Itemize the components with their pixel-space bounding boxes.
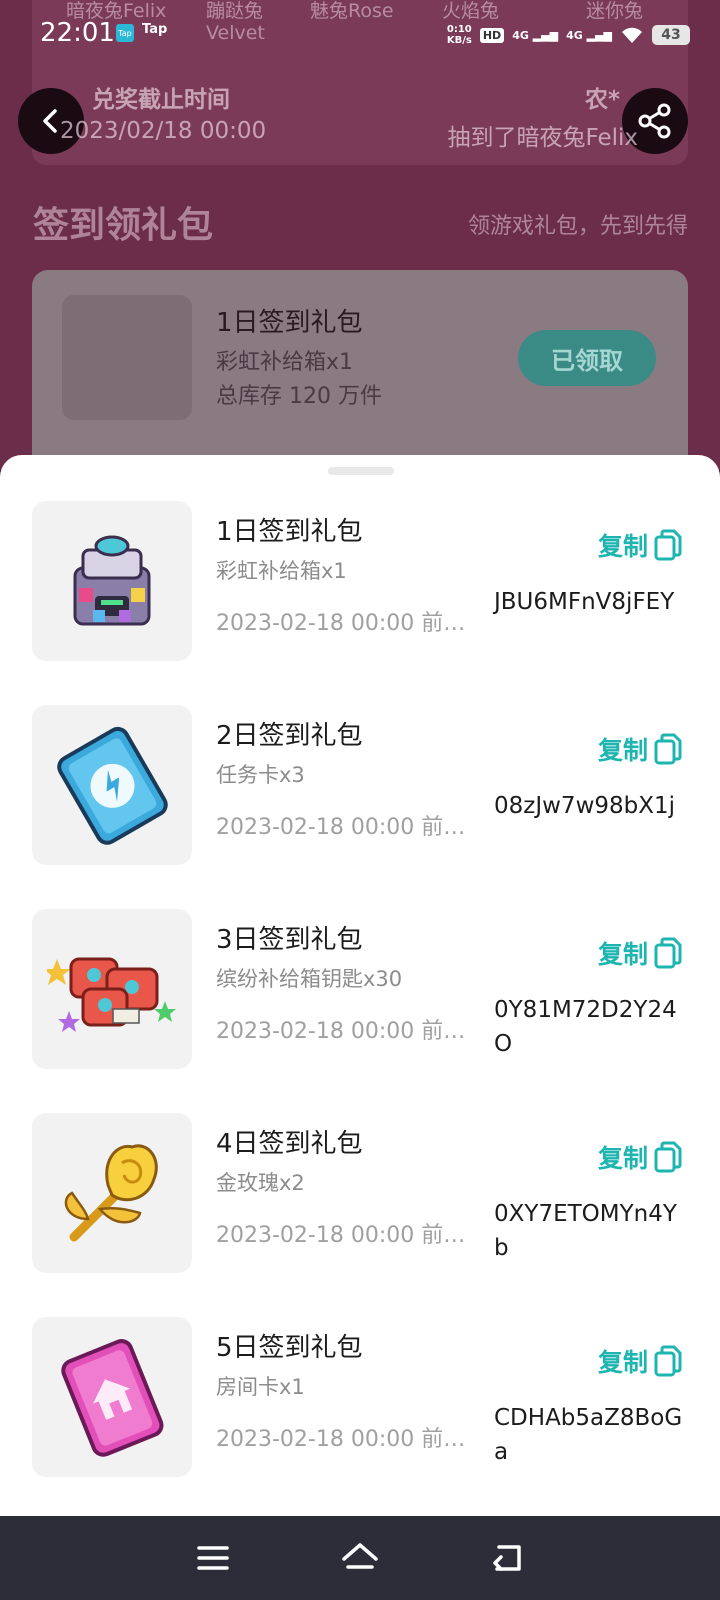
gift-row: 5日签到礼包 房间卡x1 2023-02-18 00:00 前… 复制 CDHA…: [0, 1317, 720, 1487]
back-arrow-icon: [492, 1545, 521, 1571]
copy-label: 复制: [597, 940, 648, 969]
status-time: 22:01: [40, 18, 115, 48]
gift-row: 2日签到礼包 任务卡x3 2023-02-18 00:00 前… 复制 08zJ…: [0, 705, 720, 875]
task-card-icon: [32, 705, 192, 865]
background-gift-card: 1日签到礼包 彩虹补给箱x1 总库存 120 万件 已领取: [32, 270, 688, 470]
room-card-icon: [32, 1317, 192, 1477]
golden-rose-icon: [32, 1113, 192, 1273]
gift-name: 1日签到礼包: [216, 308, 363, 338]
home-icon: [342, 1543, 378, 1569]
deadline-label: 兑奖截止时间: [92, 87, 230, 113]
gift-deadline: 2023-02-18 00:00 前…: [216, 1223, 466, 1248]
gift-deadline: 2023-02-18 00:00 前…: [216, 815, 466, 840]
section-title: 签到领礼包: [33, 205, 214, 246]
copy-icon: [654, 529, 682, 561]
copy-button[interactable]: 复制: [598, 527, 682, 563]
copy-button[interactable]: 复制: [598, 1139, 682, 1175]
gift-deadline: 2023-02-18 00:00 前…: [216, 1019, 466, 1044]
gift-stock: 总库存 120 万件: [216, 384, 382, 409]
section-subtitle: 领游戏礼包，先到先得: [467, 214, 688, 239]
status-bar: 22:01 Tap Tap 0:10 KB/s HD 4G ▂▄▆ 4G ▂▄▆ …: [0, 0, 720, 66]
gift-code[interactable]: 0Y81M72D2Y24O: [494, 993, 690, 1061]
gift-item: 彩虹补给箱x1: [216, 350, 354, 375]
gift-item: 缤纷补给箱钥匙x30: [216, 967, 403, 991]
claimed-button[interactable]: 已领取: [518, 330, 656, 386]
copy-label: 复制: [597, 532, 648, 561]
supply-box-keys-icon: [32, 909, 192, 1069]
gift-code-sheet: 1日签到礼包 彩虹补给箱x1 2023-02-18 00:00 前… 复制 JB…: [0, 455, 720, 1517]
gift-row: 4日签到礼包 金玫瑰x2 2023-02-18 00:00 前… 复制 0XY7…: [0, 1113, 720, 1283]
share-icon: [638, 103, 671, 139]
gift-code[interactable]: 0XY7ETOMYn4Yb: [494, 1197, 690, 1265]
copy-label: 复制: [597, 736, 648, 765]
tap-app-label: Tap: [142, 22, 168, 37]
copy-button[interactable]: 复制: [598, 935, 682, 971]
tap-app-icon: Tap: [116, 24, 134, 42]
copy-label: 复制: [597, 1348, 648, 1377]
copy-button[interactable]: 复制: [598, 1343, 682, 1379]
gift-deadline: 2023-02-18 00:00 前…: [216, 1427, 466, 1452]
rainbow-supply-box-icon: [32, 501, 192, 661]
back-nav-button[interactable]: [477, 1528, 537, 1588]
hd-icon: HD: [479, 27, 505, 43]
gift-code[interactable]: 08zJw7w98bX1j: [494, 789, 690, 823]
signal-4g-icon: 4G ▂▄▆: [566, 28, 612, 42]
gift-item: 金玫瑰x2: [216, 1171, 305, 1195]
gift-name: 5日签到礼包: [216, 1333, 363, 1363]
winner-name: 农*: [584, 87, 620, 113]
gift-name: 1日签到礼包: [216, 517, 363, 547]
rainbow-supply-box-icon: [62, 295, 192, 420]
gift-name: 4日签到礼包: [216, 1129, 363, 1159]
copy-label: 复制: [597, 1144, 648, 1173]
status-right-icons: 0:10 KB/s HD 4G ▂▄▆ 4G ▂▄▆ 43: [447, 20, 690, 50]
gift-name: 3日签到礼包: [216, 925, 363, 955]
deadline-date: 2023/02/18 00:00: [60, 118, 267, 144]
menu-icon: [197, 1546, 230, 1570]
home-button[interactable]: [330, 1528, 390, 1588]
wifi-icon: [622, 27, 642, 43]
copy-icon: [654, 1345, 682, 1377]
copy-button[interactable]: 复制: [598, 731, 682, 767]
gift-row: 3日签到礼包 缤纷补给箱钥匙x30 2023-02-18 00:00 前… 复制…: [0, 909, 720, 1079]
gift-deadline: 2023-02-18 00:00 前…: [216, 611, 466, 636]
net-speed: 0:10 KB/s: [446, 24, 472, 46]
gift-name: 2日签到礼包: [216, 721, 363, 751]
menu-button[interactable]: [183, 1528, 243, 1588]
winner-text: 抽到了暗夜兔Felix: [447, 125, 638, 151]
gift-code[interactable]: CDHAb5aZ8BoGa: [494, 1401, 690, 1469]
copy-icon: [654, 733, 682, 765]
gift-item: 房间卡x1: [216, 1375, 305, 1399]
copy-icon: [654, 937, 682, 969]
gift-item: 彩虹补给箱x1: [216, 559, 347, 583]
background-page: 暗夜兔Felix 蹦跶兔 魅兔Rose 火焰兔 迷你兔 Velvet 22:01…: [0, 0, 720, 470]
system-nav-bar: [0, 1516, 720, 1600]
gift-item: 任务卡x3: [216, 763, 305, 787]
gift-code[interactable]: JBU6MFnV8jFEY: [494, 585, 690, 619]
signal-4g-icon: 4G ▂▄▆: [512, 28, 559, 42]
battery-icon: 43: [652, 25, 690, 45]
copy-icon: [654, 1141, 682, 1173]
sheet-drag-handle[interactable]: [328, 467, 394, 475]
gift-row: 1日签到礼包 彩虹补给箱x1 2023-02-18 00:00 前… 复制 JB…: [0, 501, 720, 671]
